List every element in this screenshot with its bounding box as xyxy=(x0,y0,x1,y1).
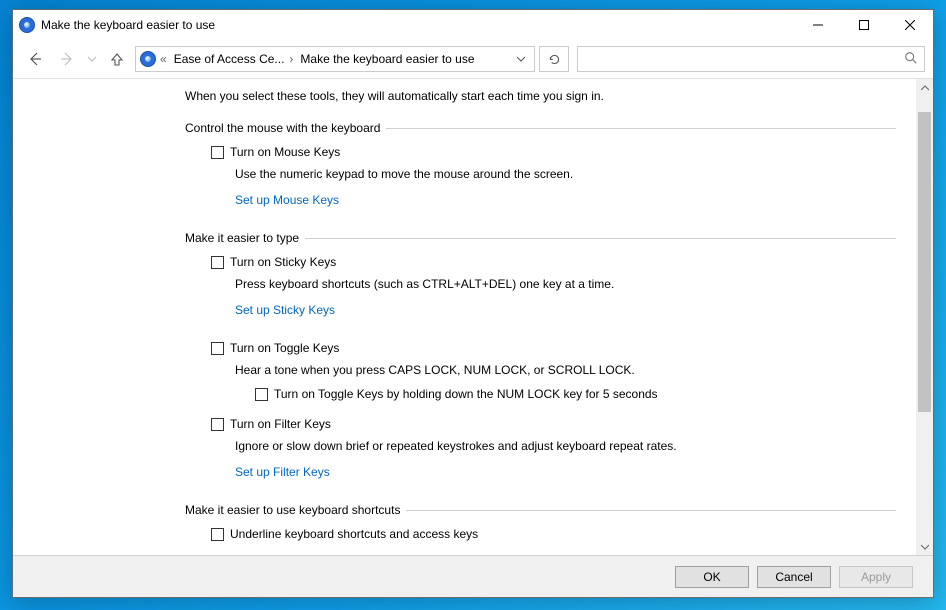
sticky-keys-label: Turn on Sticky Keys xyxy=(230,255,336,269)
intro-text: When you select these tools, they will a… xyxy=(185,89,896,103)
group-type-legend: Make it easier to type xyxy=(185,231,896,245)
setup-mouse-keys-link[interactable]: Set up Mouse Keys xyxy=(235,193,339,207)
recent-locations-dropdown[interactable] xyxy=(85,45,99,73)
address-bar[interactable]: « Ease of Access Ce... › Make the keyboa… xyxy=(135,46,535,72)
maximize-button[interactable] xyxy=(841,10,887,40)
vertical-scrollbar[interactable] xyxy=(916,79,933,555)
toggle-keys-numlock-label: Turn on Toggle Keys by holding down the … xyxy=(274,387,658,401)
refresh-button[interactable] xyxy=(539,46,569,72)
ease-of-access-icon xyxy=(19,17,35,33)
checkbox-icon[interactable] xyxy=(211,418,224,431)
back-button[interactable] xyxy=(21,45,49,73)
toggle-keys-checkbox-row[interactable]: Turn on Toggle Keys xyxy=(211,341,896,355)
sticky-keys-desc: Press keyboard shortcuts (such as CTRL+A… xyxy=(235,277,896,291)
cancel-button[interactable]: Cancel xyxy=(757,566,831,588)
mouse-keys-checkbox-row[interactable]: Turn on Mouse Keys xyxy=(211,145,896,159)
sticky-keys-checkbox-row[interactable]: Turn on Sticky Keys xyxy=(211,255,896,269)
up-button[interactable] xyxy=(103,45,131,73)
scrollbar-track[interactable] xyxy=(916,96,933,538)
breadcrumb-parent[interactable]: Ease of Access Ce... xyxy=(171,52,288,66)
search-box[interactable] xyxy=(577,46,925,72)
checkbox-icon[interactable] xyxy=(211,146,224,159)
ok-button[interactable]: OK xyxy=(675,566,749,588)
dialog-footer: OK Cancel Apply xyxy=(13,555,933,597)
minimize-button[interactable] xyxy=(795,10,841,40)
scroll-down-button[interactable] xyxy=(916,538,933,555)
mouse-keys-label: Turn on Mouse Keys xyxy=(230,145,340,159)
checkbox-icon[interactable] xyxy=(211,528,224,541)
address-dropdown[interactable] xyxy=(510,52,532,66)
checkbox-icon[interactable] xyxy=(211,342,224,355)
breadcrumb-prefix: « xyxy=(160,52,169,66)
forward-button[interactable] xyxy=(53,45,81,73)
titlebar: Make the keyboard easier to use xyxy=(13,10,933,40)
checkbox-icon[interactable] xyxy=(211,256,224,269)
mouse-keys-desc: Use the numeric keypad to move the mouse… xyxy=(235,167,896,181)
ease-of-access-icon xyxy=(140,51,156,67)
content-area: When you select these tools, they will a… xyxy=(13,79,916,555)
search-input[interactable] xyxy=(584,51,904,67)
toggle-keys-numlock-checkbox-row[interactable]: Turn on Toggle Keys by holding down the … xyxy=(255,387,896,401)
filter-keys-checkbox-row[interactable]: Turn on Filter Keys xyxy=(211,417,896,431)
checkbox-icon[interactable] xyxy=(255,388,268,401)
setup-sticky-keys-link[interactable]: Set up Sticky Keys xyxy=(235,303,335,317)
underline-shortcuts-checkbox-row[interactable]: Underline keyboard shortcuts and access … xyxy=(211,527,896,541)
close-button[interactable] xyxy=(887,10,933,40)
scroll-up-button[interactable] xyxy=(916,79,933,96)
toggle-keys-desc: Hear a tone when you press CAPS LOCK, NU… xyxy=(235,363,896,377)
navigation-bar: « Ease of Access Ce... › Make the keyboa… xyxy=(13,40,933,78)
window-title: Make the keyboard easier to use xyxy=(41,18,215,32)
toggle-keys-label: Turn on Toggle Keys xyxy=(230,341,339,355)
filter-keys-label: Turn on Filter Keys xyxy=(230,417,331,431)
group-mouse-legend: Control the mouse with the keyboard xyxy=(185,121,896,135)
scrollbar-thumb[interactable] xyxy=(918,112,931,412)
breadcrumb-current[interactable]: Make the keyboard easier to use xyxy=(297,52,477,66)
setup-filter-keys-link[interactable]: Set up Filter Keys xyxy=(235,465,330,479)
control-panel-window: Make the keyboard easier to use xyxy=(12,9,934,598)
group-shortcuts-legend: Make it easier to use keyboard shortcuts xyxy=(185,503,896,517)
chevron-right-icon[interactable]: › xyxy=(289,52,295,66)
apply-button[interactable]: Apply xyxy=(839,566,913,588)
underline-shortcuts-label: Underline keyboard shortcuts and access … xyxy=(230,527,478,541)
filter-keys-desc: Ignore or slow down brief or repeated ke… xyxy=(235,439,896,453)
search-icon[interactable] xyxy=(904,51,918,68)
